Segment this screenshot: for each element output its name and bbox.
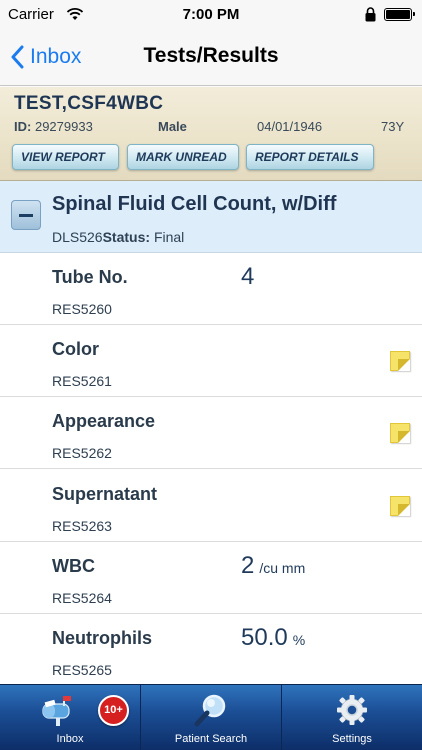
- patient-id: ID: 29279933: [14, 119, 93, 134]
- result-name: Tube No.: [52, 267, 128, 287]
- result-unit: /cu mm: [259, 560, 306, 576]
- note-icon[interactable]: [390, 351, 410, 371]
- result-row-neutrophils[interactable]: Neutrophils RES5265 50.0%: [0, 614, 422, 686]
- orientation-lock-icon: [365, 7, 376, 22]
- result-code: RES5264: [52, 590, 112, 606]
- result-name: Appearance: [52, 411, 156, 431]
- test-code-status: DLS526Status: Final: [52, 229, 184, 245]
- mailbox-icon: [42, 696, 71, 726]
- note-icon[interactable]: [390, 423, 410, 443]
- magnifier-icon: [194, 694, 226, 727]
- test-status: Final: [153, 229, 185, 245]
- tab-bar: 10+ Inbox Patient Search Settings: [0, 684, 422, 750]
- status-bar: Carrier 7:00 PM: [0, 0, 422, 30]
- result-row-appearance[interactable]: Appearance RES5262: [0, 397, 422, 469]
- tab-inbox[interactable]: 10+ Inbox: [0, 685, 141, 750]
- back-button[interactable]: Inbox: [10, 42, 81, 72]
- result-name: Color: [52, 339, 99, 359]
- patient-header: TEST,CSF4WBC ID: 29279933 Male 04/01/194…: [0, 87, 422, 181]
- patient-id-value: 29279933: [34, 119, 93, 134]
- battery-icon: [384, 8, 415, 21]
- report-details-button[interactable]: REPORT DETAILS: [246, 144, 374, 170]
- result-code: RES5265: [52, 662, 112, 678]
- tab-patient-search[interactable]: Patient Search: [141, 685, 282, 750]
- result-row-supernatant[interactable]: Supernatant RES5263: [0, 470, 422, 542]
- tab-settings-label: Settings: [332, 733, 372, 745]
- result-code: RES5261: [52, 373, 112, 389]
- mark-unread-button[interactable]: MARK UNREAD: [127, 144, 239, 170]
- chevron-left-icon: [11, 45, 24, 69]
- result-name: WBC: [52, 556, 95, 576]
- tab-settings[interactable]: Settings: [282, 685, 422, 750]
- status-label: Status:: [102, 229, 151, 245]
- patient-id-label: ID:: [14, 119, 32, 134]
- result-code: RES5260: [52, 301, 112, 317]
- test-name: Spinal Fluid Cell Count, w/Diff: [52, 193, 337, 215]
- result-value: 2/cu mm: [241, 552, 305, 580]
- navigation-bar: Inbox Tests/Results: [0, 30, 422, 86]
- result-name: Supernatant: [52, 484, 158, 504]
- patient-dob: 04/01/1946: [257, 119, 323, 134]
- back-button-label: Inbox: [30, 45, 82, 68]
- result-value-number: 2: [241, 552, 255, 579]
- result-value: 50.0%: [241, 624, 305, 652]
- gear-icon: [337, 695, 367, 725]
- patient-name: TEST,CSF4WBC: [14, 93, 164, 114]
- result-code: RES5263: [52, 518, 112, 534]
- test-code: DLS526: [52, 229, 103, 245]
- collapse-section-button[interactable]: [11, 200, 41, 230]
- result-row-wbc[interactable]: WBC RES5264 2/cu mm: [0, 542, 422, 614]
- result-value-number: 4: [241, 263, 255, 290]
- note-icon[interactable]: [390, 496, 410, 516]
- result-value-number: 50.0: [241, 624, 288, 651]
- patient-sex: Male: [158, 119, 187, 134]
- inbox-badge: 10+: [98, 695, 129, 726]
- result-row-tube-no[interactable]: Tube No. RES5260 4: [0, 253, 422, 325]
- tab-patient-search-label: Patient Search: [174, 733, 248, 745]
- result-name: Neutrophils: [52, 628, 153, 648]
- result-value: 4: [241, 263, 254, 291]
- patient-age: 73Y: [381, 119, 405, 134]
- tab-inbox-label: Inbox: [56, 733, 84, 745]
- clock: 7:00 PM: [182, 6, 240, 23]
- result-code: RES5262: [52, 445, 112, 461]
- result-row-color[interactable]: Color RES5261: [0, 325, 422, 397]
- view-report-button[interactable]: VIEW REPORT: [12, 144, 119, 170]
- result-unit: %: [292, 632, 306, 648]
